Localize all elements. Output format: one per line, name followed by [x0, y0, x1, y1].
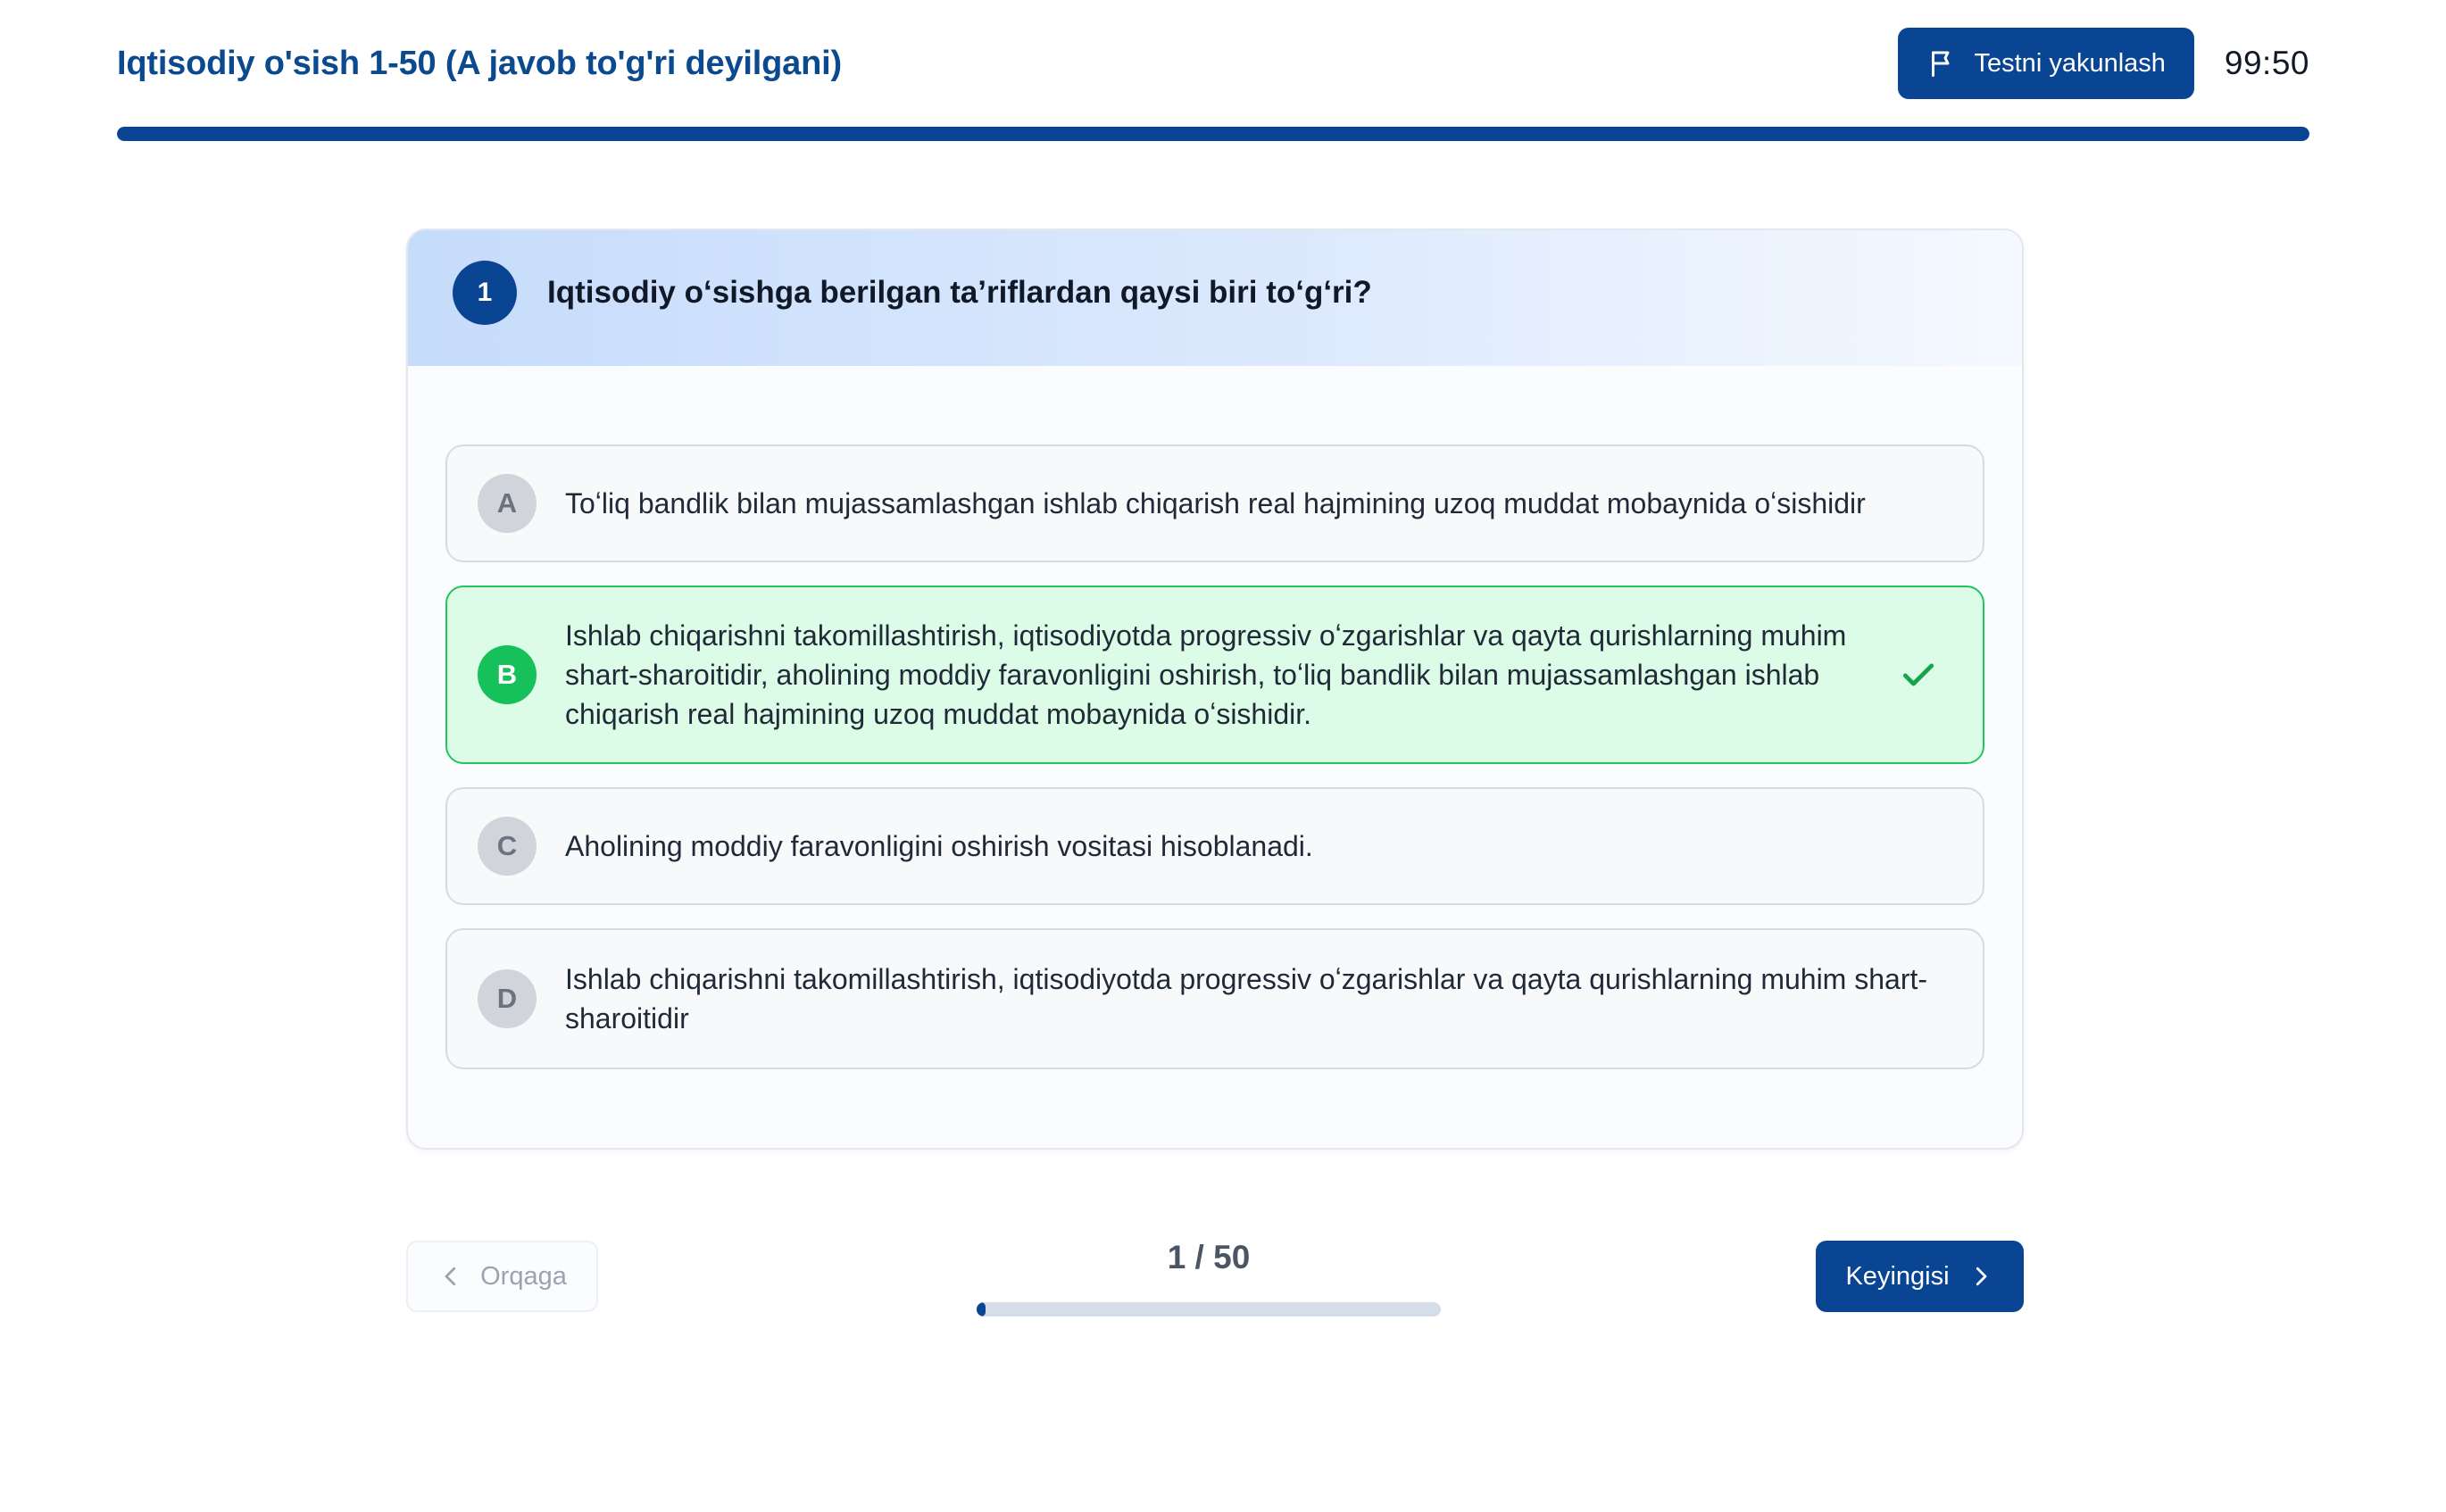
option-c[interactable]: C Aholining moddiy faravonligini oshiris…: [445, 787, 1984, 905]
top-progress-fill: [117, 127, 2309, 141]
back-button[interactable]: Orqaga: [406, 1241, 598, 1312]
option-text: Aholining moddiy faravonligini oshirish …: [565, 830, 1313, 862]
check-icon: [1902, 663, 1934, 686]
finish-test-label: Testni yakunlash: [1974, 48, 2166, 78]
option-b[interactable]: B Ishlab chiqarishni takomillashtirish, …: [445, 586, 1984, 764]
option-text: Ishlab chiqarishni takomillashtirish, iq…: [565, 619, 1847, 730]
finish-test-button[interactable]: Testni yakunlash: [1897, 28, 2194, 99]
question-text: Iqtisodiy oʻsishga berilgan taʼriflardan…: [547, 275, 1372, 310]
option-letter: B: [478, 645, 537, 704]
chevron-left-icon: [445, 1267, 456, 1286]
question-number: 1: [453, 261, 517, 325]
back-label: Orqaga: [480, 1261, 567, 1291]
option-letter: D: [478, 969, 537, 1028]
option-letter: C: [478, 817, 537, 876]
option-letter: A: [478, 474, 537, 533]
question-card: 1 Iqtisodiy oʻsishga berilgan taʼriflard…: [406, 228, 2024, 1150]
chevron-right-icon: [1976, 1267, 1986, 1286]
top-progress-bar: [117, 127, 2309, 141]
question-header: 1 Iqtisodiy oʻsishga berilgan taʼriflard…: [408, 230, 2022, 366]
flag-icon: [1931, 51, 1949, 77]
option-d[interactable]: D Ishlab chiqarishni takomillashtirish, …: [445, 928, 1984, 1069]
header: Iqtisodiy o'sish 1-50 (A javob to'g'ri d…: [117, 27, 2309, 100]
options-list: A Toʻliq bandlik bilan mujassamlashgan i…: [408, 366, 2022, 1069]
question-counter: 1 / 50: [1167, 1239, 1251, 1275]
quiz-title: Iqtisodiy o'sish 1-50 (A javob to'g'ri d…: [117, 44, 842, 82]
header-actions: Testni yakunlash 99:50: [1897, 28, 2310, 99]
question-progress-bar: [977, 1302, 1441, 1317]
quiz-app: Iqtisodiy o'sish 1-50 (A javob to'g'ri d…: [0, 0, 2446, 1512]
next-button[interactable]: Keyingisi: [1816, 1241, 2024, 1312]
timer: 99:50: [2224, 45, 2309, 81]
option-text: Ishlab chiqarishni takomillashtirish, iq…: [565, 963, 1928, 1034]
next-label: Keyingisi: [1845, 1261, 1950, 1291]
option-a[interactable]: A Toʻliq bandlik bilan mujassamlashgan i…: [445, 444, 1984, 562]
question-progress-fill: [977, 1302, 986, 1317]
option-text: Toʻliq bandlik bilan mujassamlashgan ish…: [565, 487, 1866, 519]
